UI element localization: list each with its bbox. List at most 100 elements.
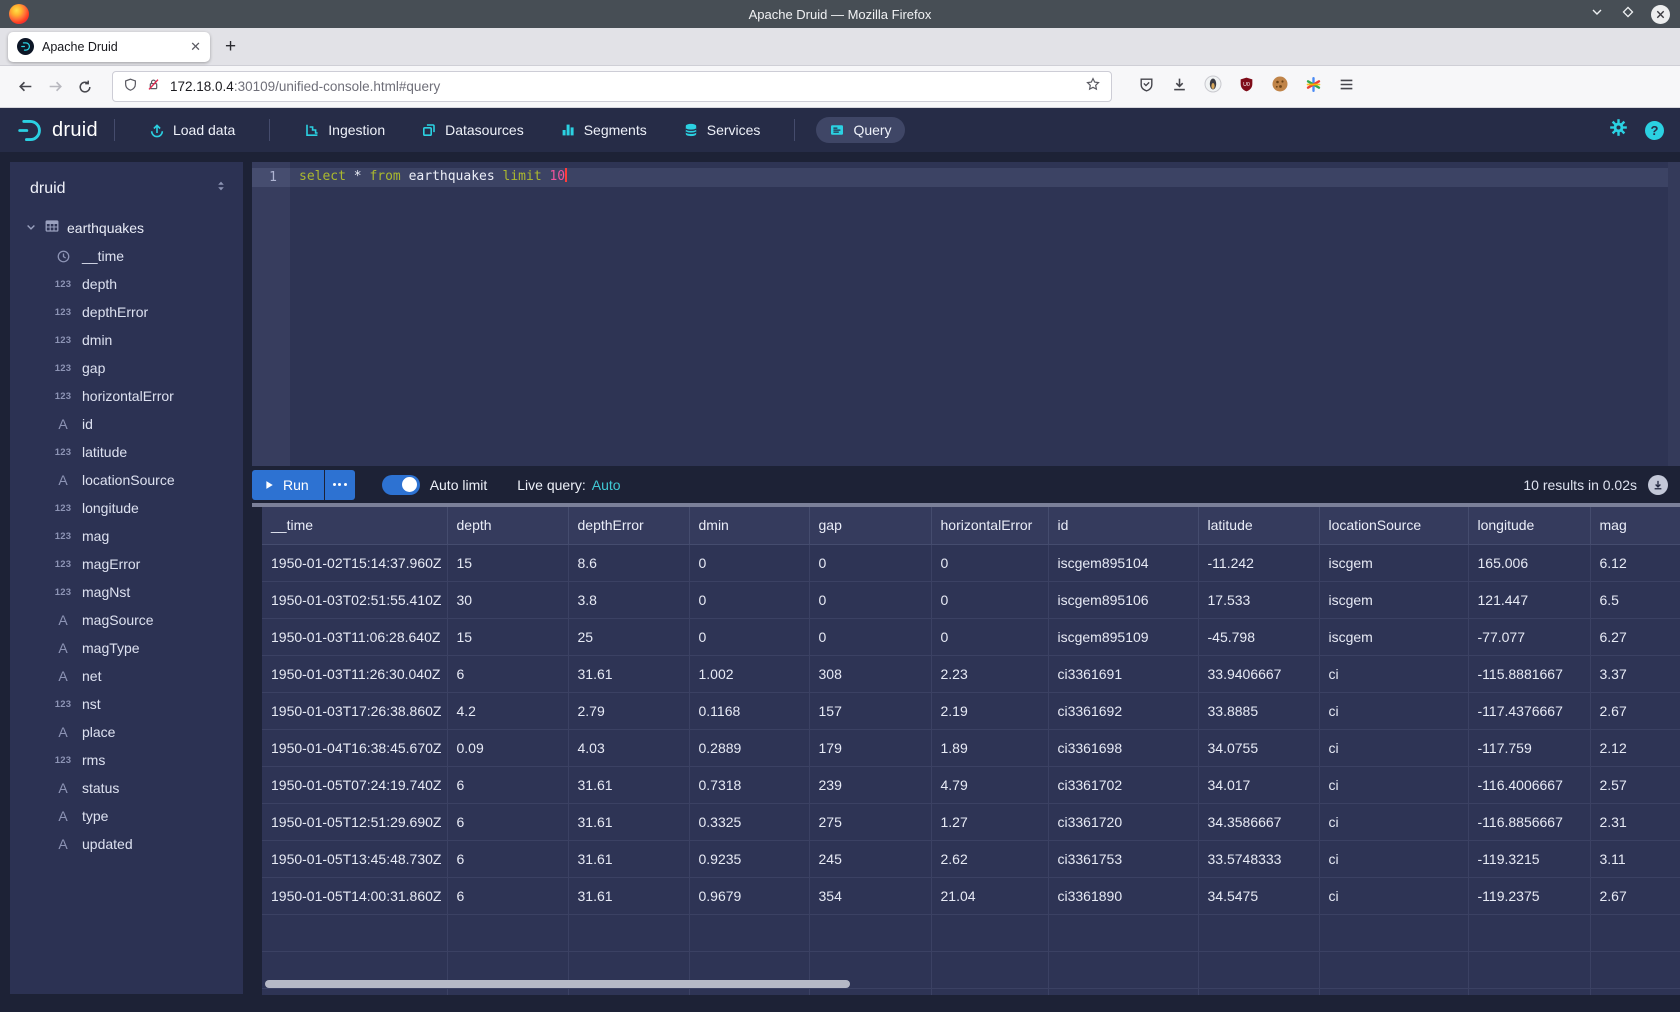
table-cell[interactable]: ci: [1319, 840, 1468, 877]
table-cell[interactable]: 0: [809, 618, 931, 655]
table-cell[interactable]: ci3361720: [1048, 803, 1198, 840]
horizontal-scrollbar[interactable]: [265, 980, 850, 988]
table-cell[interactable]: ci3361753: [1048, 840, 1198, 877]
table-cell[interactable]: 179: [809, 729, 931, 766]
column-header-horizontalError[interactable]: horizontalError: [931, 507, 1048, 544]
sidebar-column-magSource[interactable]: AmagSource: [10, 606, 243, 634]
sidebar-column-net[interactable]: Anet: [10, 662, 243, 690]
table-cell[interactable]: 2.31: [1590, 803, 1680, 840]
table-cell[interactable]: 33.8885: [1198, 692, 1319, 729]
table-cell[interactable]: 1950-01-05T14:00:31.860Z: [262, 877, 447, 914]
table-cell[interactable]: 165.006: [1468, 544, 1590, 581]
table-cell[interactable]: iscgem895106: [1048, 581, 1198, 618]
table-cell[interactable]: 1950-01-02T15:14:37.960Z: [262, 544, 447, 581]
table-cell[interactable]: iscgem895104: [1048, 544, 1198, 581]
table-cell[interactable]: 6: [447, 840, 568, 877]
table-cell[interactable]: 1950-01-05T13:45:48.730Z: [262, 840, 447, 877]
table-cell[interactable]: 31.61: [568, 803, 689, 840]
column-header-mag[interactable]: mag: [1590, 507, 1680, 544]
table-cell[interactable]: 34.017: [1198, 766, 1319, 803]
table-cell[interactable]: -115.8881667: [1468, 655, 1590, 692]
table-cell[interactable]: -116.4006667: [1468, 766, 1590, 803]
window-minimize-button[interactable]: [1589, 4, 1605, 25]
table-cell[interactable]: 0: [931, 618, 1048, 655]
table-cell[interactable]: ci3361692: [1048, 692, 1198, 729]
sidebar-column-mag[interactable]: 123mag: [10, 522, 243, 550]
table-cell[interactable]: ci3361691: [1048, 655, 1198, 692]
auto-limit-toggle[interactable]: [382, 475, 420, 495]
nav-item-datasources[interactable]: Datasources: [408, 117, 537, 143]
nav-item-ingestion[interactable]: Ingestion: [291, 117, 398, 143]
table-cell[interactable]: 1950-01-03T11:26:30.040Z: [262, 655, 447, 692]
table-cell[interactable]: 0.9235: [689, 840, 809, 877]
table-cell[interactable]: 31.61: [568, 877, 689, 914]
window-maximize-button[interactable]: [1620, 4, 1636, 25]
code-line[interactable]: select * from earthquakes limit 10: [299, 168, 567, 184]
column-header-gap[interactable]: gap: [809, 507, 931, 544]
sql-editor[interactable]: 1 select * from earthquakes limit 10: [252, 162, 1680, 466]
table-cell[interactable]: 0.09: [447, 729, 568, 766]
table-cell[interactable]: 1950-01-04T16:38:45.670Z: [262, 729, 447, 766]
table-cell[interactable]: 1950-01-05T12:51:29.690Z: [262, 803, 447, 840]
sidebar-column-type[interactable]: Atype: [10, 802, 243, 830]
menu-hamburger-icon[interactable]: [1338, 76, 1355, 98]
nav-item-load-data[interactable]: Load data: [136, 117, 248, 143]
table-cell[interactable]: 1950-01-03T11:06:28.640Z: [262, 618, 447, 655]
run-button[interactable]: Run: [252, 470, 324, 500]
table-cell[interactable]: 245: [809, 840, 931, 877]
cookie-icon[interactable]: [1271, 75, 1289, 98]
table-cell[interactable]: 6: [447, 803, 568, 840]
tracking-shield-icon[interactable]: [123, 77, 138, 97]
nav-item-query[interactable]: Query: [816, 117, 904, 143]
extension-avatar-icon[interactable]: [1204, 75, 1222, 98]
table-cell[interactable]: 6.27: [1590, 618, 1680, 655]
column-header-__time[interactable]: __time: [262, 507, 447, 544]
column-header-latitude[interactable]: latitude: [1198, 507, 1319, 544]
table-cell[interactable]: 6: [447, 655, 568, 692]
table-cell[interactable]: 4.03: [568, 729, 689, 766]
table-cell[interactable]: 275: [809, 803, 931, 840]
table-cell[interactable]: iscgem: [1319, 581, 1468, 618]
live-query-value[interactable]: Auto: [592, 477, 621, 493]
url-bar[interactable]: 172.18.0.4:30109/unified-console.html#qu…: [112, 71, 1112, 102]
table-cell[interactable]: 8.6: [568, 544, 689, 581]
table-cell[interactable]: ci3361702: [1048, 766, 1198, 803]
table-cell[interactable]: 0: [809, 581, 931, 618]
table-cell[interactable]: -119.2375: [1468, 877, 1590, 914]
sidebar-column-magType[interactable]: AmagType: [10, 634, 243, 662]
column-header-depthError[interactable]: depthError: [568, 507, 689, 544]
table-cell[interactable]: iscgem: [1319, 544, 1468, 581]
sidebar-column-nst[interactable]: 123nst: [10, 690, 243, 718]
sidebar-column-dmin[interactable]: 123dmin: [10, 326, 243, 354]
table-cell[interactable]: iscgem895109: [1048, 618, 1198, 655]
table-cell[interactable]: 0: [931, 544, 1048, 581]
table-cell[interactable]: 31.61: [568, 655, 689, 692]
table-cell[interactable]: 4.2: [447, 692, 568, 729]
chevron-down-icon[interactable]: [25, 220, 37, 236]
table-cell[interactable]: 308: [809, 655, 931, 692]
table-cell[interactable]: 30: [447, 581, 568, 618]
table-cell[interactable]: 2.12: [1590, 729, 1680, 766]
column-header-depth[interactable]: depth: [447, 507, 568, 544]
sidebar-column-status[interactable]: Astatus: [10, 774, 243, 802]
sidebar-column-id[interactable]: Aid: [10, 410, 243, 438]
table-cell[interactable]: 157: [809, 692, 931, 729]
sort-columns-icon[interactable]: [214, 179, 228, 198]
forward-button[interactable]: [40, 72, 70, 102]
table-cell[interactable]: 33.5748333: [1198, 840, 1319, 877]
table-cell[interactable]: 21.04: [931, 877, 1048, 914]
table-cell[interactable]: 354: [809, 877, 931, 914]
table-cell[interactable]: 2.23: [931, 655, 1048, 692]
table-cell[interactable]: 0.9679: [689, 877, 809, 914]
table-cell[interactable]: 17.533: [1198, 581, 1319, 618]
table-cell[interactable]: ci3361890: [1048, 877, 1198, 914]
table-cell[interactable]: 4.79: [931, 766, 1048, 803]
table-cell[interactable]: iscgem: [1319, 618, 1468, 655]
table-cell[interactable]: 0: [689, 618, 809, 655]
table-cell[interactable]: ci: [1319, 729, 1468, 766]
table-cell[interactable]: 34.0755: [1198, 729, 1319, 766]
table-cell[interactable]: 0.3325: [689, 803, 809, 840]
table-cell[interactable]: 3.11: [1590, 840, 1680, 877]
table-cell[interactable]: 1.27: [931, 803, 1048, 840]
table-cell[interactable]: 239: [809, 766, 931, 803]
